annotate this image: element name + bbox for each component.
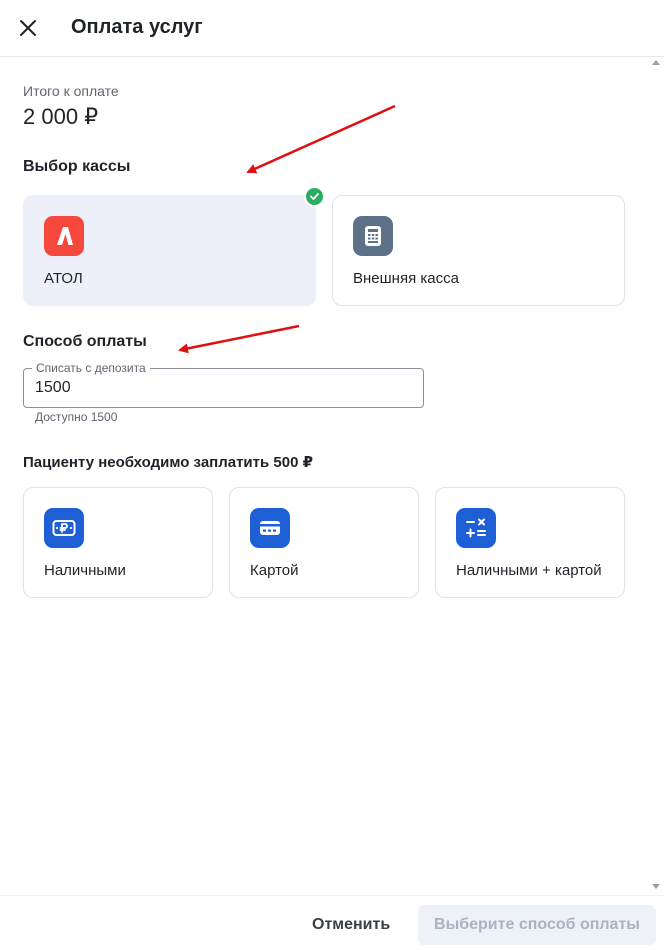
cashbox-option-atol[interactable]: АТОЛ <box>23 195 316 306</box>
close-icon <box>20 20 36 36</box>
scroll-up-arrow-icon[interactable] <box>652 60 660 65</box>
payment-method-label: Наличными + картой <box>456 562 602 579</box>
total-amount: 2 000 ₽ <box>23 104 99 129</box>
card-icon <box>250 508 290 548</box>
deposit-field-label: Списать с депозита <box>32 361 150 375</box>
annotation-arrow-payment <box>178 324 300 354</box>
cashbox-option-external[interactable]: Внешняя касса <box>332 195 625 306</box>
annotation-arrows <box>178 104 396 354</box>
payment-section-title: Способ оплаты <box>23 333 147 350</box>
deposit-field[interactable]: Списать с депозита <box>23 361 424 408</box>
dialog-title: Оплата услуг <box>71 16 203 38</box>
cancel-button[interactable]: Отменить <box>296 909 406 941</box>
payment-method-label: Картой <box>250 562 299 579</box>
scroll-down-arrow-icon[interactable] <box>652 884 660 889</box>
deposit-helper-text: Доступно 1500 <box>35 410 118 424</box>
calculator-icon <box>456 508 496 548</box>
cash-icon <box>44 508 84 548</box>
payment-method-label: Наличными <box>44 562 126 579</box>
deposit-input[interactable] <box>35 379 405 397</box>
payment-method-cash[interactable]: Наличными <box>23 487 213 598</box>
atol-logo-icon <box>44 216 84 256</box>
patient-amount-note: Пациенту необходимо заплатить 500 ₽ <box>23 454 314 471</box>
dialog-header: Оплата услуг <box>0 0 664 57</box>
cashbox-section-title: Выбор кассы <box>23 158 131 175</box>
scrollbar[interactable] <box>650 57 664 895</box>
payment-method-cash-and-card[interactable]: Наличными + картой <box>435 487 625 598</box>
cash-register-icon <box>353 216 393 256</box>
payment-method-card[interactable]: Картой <box>229 487 419 598</box>
total-label: Итого к оплате <box>23 83 119 99</box>
selected-check-icon <box>304 186 325 207</box>
cashbox-option-label: Внешняя касса <box>353 270 459 287</box>
close-button[interactable] <box>14 14 42 42</box>
cashbox-option-label: АТОЛ <box>44 270 83 287</box>
annotation-arrow-cashbox <box>246 104 396 174</box>
submit-payment-button[interactable]: Выберите способ оплаты <box>418 905 656 945</box>
